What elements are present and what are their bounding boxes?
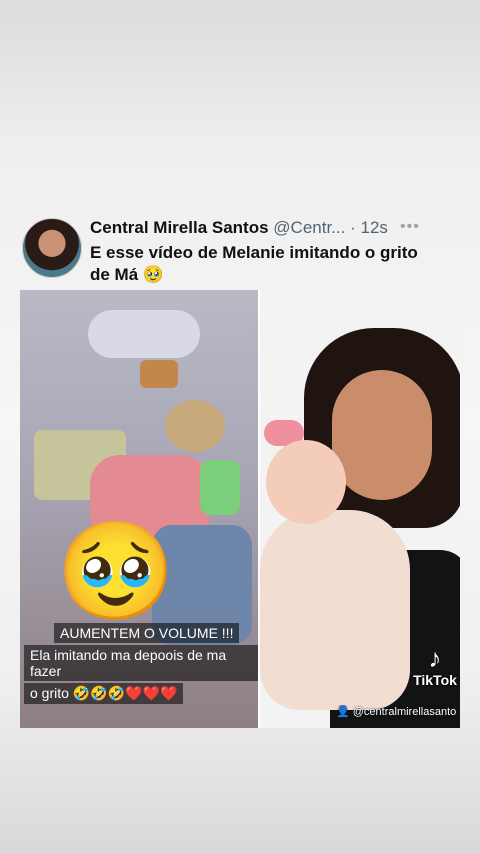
tweet-text-line2-row: de Má 🥹 (90, 264, 450, 286)
tweet-text-line2: de Má (90, 265, 139, 284)
pleading-face-sticker-icon: 🥹 (56, 518, 176, 625)
hanging-toys (140, 360, 178, 388)
caption-line1: AUMENTEM O VOLUME !!! (54, 623, 240, 643)
tiktok-watermark: ♪ TikTok (410, 644, 460, 688)
tweet-text-line1: E esse vídeo de Melanie imitando o grito (90, 243, 418, 262)
display-name[interactable]: Central Mirella Santos (90, 218, 269, 237)
tiktok-credit: 👤 @centralmirellasanto (336, 705, 460, 718)
avatar[interactable] (22, 218, 82, 278)
tiktok-credit-handle: @centralmirellasanto (352, 706, 457, 718)
user-handle[interactable]: @Centr... (273, 218, 345, 237)
more-horizontal-icon[interactable]: ••• (400, 218, 420, 236)
woman-face (332, 370, 432, 500)
person-green-top (200, 460, 240, 515)
baby-blanket (260, 510, 410, 710)
caption-line3: o grito 🤣🤣🤣❤️❤️❤️ (24, 683, 184, 704)
tweet-card[interactable]: Central Mirella Santos @Centr... · 12s •… (0, 206, 480, 736)
person-hair (165, 400, 225, 452)
tweet-header: Central Mirella Santos @Centr... · 12s (90, 218, 420, 238)
video-frame-left[interactable]: 🥹 AUMENTEM O VOLUME !!! Ela imitando ma … (20, 290, 260, 728)
tiktok-label: TikTok (413, 672, 457, 688)
cloud-shelf (88, 310, 200, 358)
caption-line2: Ela imitando ma depoois de ma fazer (24, 645, 260, 681)
photo-right[interactable]: ♪ TikTok 👤 @centralmirellasanto (260, 290, 460, 728)
tiktok-logo-icon: ♪ (428, 643, 442, 673)
pleading-face-icon: 🥹 (142, 265, 165, 284)
time-separator: · (350, 218, 356, 237)
baby-face (266, 440, 346, 524)
user-icon: 👤 (336, 706, 350, 718)
tweet-text: E esse vídeo de Melanie imitando o grito… (90, 242, 450, 286)
tweet-media[interactable]: 🥹 AUMENTEM O VOLUME !!! Ela imitando ma … (20, 290, 460, 728)
video-caption: AUMENTEM O VOLUME !!! Ela imitando ma de… (24, 622, 260, 705)
tweet-timestamp[interactable]: 12s (361, 218, 388, 237)
